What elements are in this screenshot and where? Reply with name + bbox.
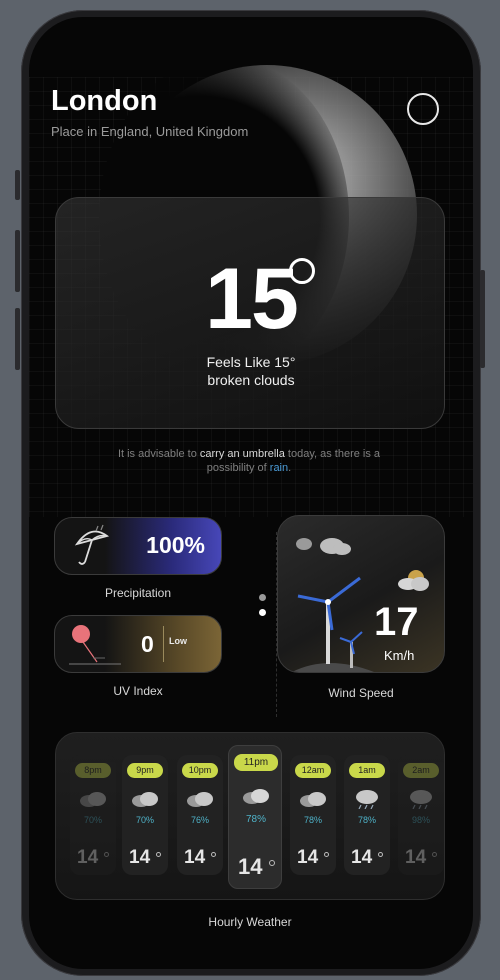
degree-symbol [156,852,161,857]
hour-temp: 14 [238,854,263,879]
degree-symbol [378,852,383,857]
degree-symbol [211,852,216,857]
umbrella-icon [74,524,110,565]
side-button-mute [15,170,20,200]
wind-speed-card[interactable]: 17 Km/h [277,515,445,673]
hour-temp: 14 [184,847,206,868]
degree-symbol [269,860,275,866]
hour-temp: 14 [297,847,319,868]
app-screen: London Place in England, United Kingdom … [29,17,473,969]
hour-item-11pm[interactable]: 11pm 78% 14 [228,745,282,889]
hour-time: 8pm [75,763,111,778]
hour-item-12am[interactable]: 12am 78% 14 [290,755,336,875]
hour-time: 2am [403,763,439,778]
hour-item-10pm[interactable]: 10pm 76% 14 [177,755,223,875]
hour-precip: 78% [245,814,266,825]
hour-precip: 78% [357,815,376,825]
side-button-power [480,270,485,368]
side-button-volume-down [15,308,20,370]
search-icon[interactable] [407,93,439,125]
wind-speed-label: Wind Speed [328,686,394,700]
uv-index-value: 0 [141,631,154,657]
hour-precip: 70% [135,815,154,825]
page-indicator[interactable] [259,594,266,624]
hour-time: 11pm [234,754,278,771]
hour-time: 9pm [127,763,163,778]
hour-item-2am[interactable]: 2am 98% 14 [398,755,444,875]
degree-symbol [324,852,329,857]
uv-index-label: UV Index [113,684,163,698]
temperature-value: 15 [205,251,299,347]
weather-advice: It is advisable to carry an umbrella tod… [99,447,399,475]
cloud-icon [80,792,106,807]
degree-symbol [289,258,315,284]
wind-speed-unit: Km/h [384,648,415,663]
wind-turbine-icon [292,576,374,672]
precipitation-value: 100% [146,532,205,558]
hour-time: 1am [349,763,385,778]
page-dot-2[interactable] [259,609,266,616]
feels-like: Feels Like 15° [206,354,296,370]
hour-time: 10pm [182,763,218,778]
weather-description: broken clouds [207,372,295,388]
page-dot-1[interactable] [259,594,266,601]
cloud-icon [132,792,158,807]
cloud-sun-icon [398,570,429,591]
uv-separator [163,626,164,662]
current-temperature-card: 15 Feels Like 15° broken clouds [55,197,445,429]
hour-temp: 14 [129,847,151,868]
uv-index-card[interactable]: 0 Low [54,615,222,673]
uv-level: Low [169,636,187,646]
hour-item-9pm[interactable]: 9pm 70% 14 [122,755,168,875]
hourly-weather-card: 8pm 70% 14 9pm 70% 14 10pm 76% 14 11pm 7… [55,732,445,900]
rain-cloud-icon [356,790,378,809]
degree-symbol [104,852,109,857]
cloud-icon [296,538,351,555]
degree-symbol [432,852,437,857]
location-subtitle: Place in England, United Kingdom [51,124,249,139]
side-button-volume-up [15,230,20,292]
cloud-icon [187,792,213,807]
hour-precip: 98% [411,815,430,825]
hour-temp: 14 [405,847,427,868]
hourly-weather-label: Hourly Weather [208,915,292,929]
advice-rain: rain [269,462,289,474]
precipitation-card[interactable]: 100% [54,517,222,575]
hour-temp: 14 [77,847,99,868]
precipitation-label: Precipitation [104,586,172,600]
city-name: London [51,85,158,117]
advice-highlight: carry an umbrella [199,448,285,460]
sun-icon [69,625,121,665]
hour-temp: 14 [351,847,373,868]
hour-precip: 70% [83,815,102,825]
hour-item-8pm[interactable]: 8pm 70% 14 [70,755,116,875]
rain-cloud-icon [410,790,432,809]
hour-precip: 78% [303,815,322,825]
advice-end: . [288,462,292,474]
hour-precip: 76% [190,815,209,825]
cloud-icon [300,792,326,807]
advice-text-1: It is advisable to [117,448,197,460]
hour-item-1am[interactable]: 1am 78% 14 [344,755,390,875]
hour-time: 12am [295,763,331,778]
cloud-icon [243,789,269,804]
wind-speed-value: 17 [374,600,419,644]
